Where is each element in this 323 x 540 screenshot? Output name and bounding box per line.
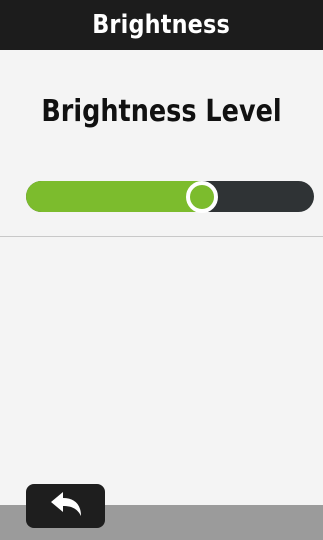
- title-bar: Brightness: [0, 0, 323, 50]
- brightness-slider[interactable]: [26, 180, 314, 213]
- page-title: Brightness: [92, 10, 231, 40]
- slider-fill: [26, 181, 202, 212]
- divider: [0, 236, 323, 237]
- back-button[interactable]: [26, 484, 105, 528]
- brightness-level-heading: Brightness Level: [41, 94, 282, 129]
- slider-thumb[interactable]: [185, 180, 218, 213]
- back-arrow-icon: [49, 491, 83, 521]
